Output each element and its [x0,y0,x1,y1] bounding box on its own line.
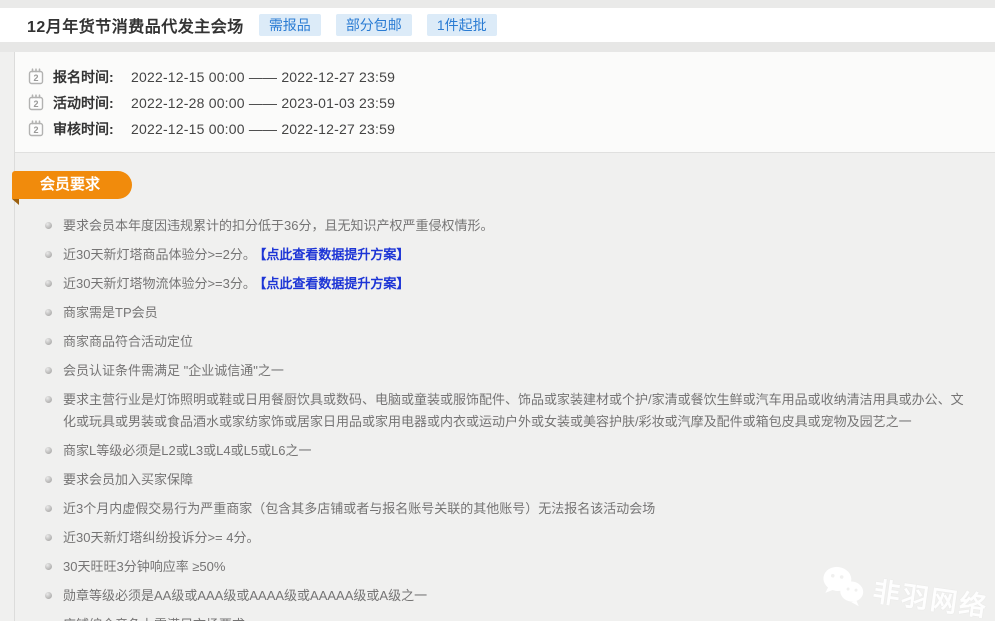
signup-time-label: 报名时间: [53,67,121,87]
requirement-text: 要求会员本年度因违规累计的扣分低于36分，且无知识产权严重侵权情形。 [63,218,493,233]
requirement-item: 勋章等级必须是AA级或AAA级或AAAA级或AAAAA级或A级之一 [45,585,975,607]
top-strip [0,0,995,8]
review-time-label: 审核时间: [53,119,121,139]
svg-text:2: 2 [33,125,38,135]
bullet-icon [45,280,52,287]
requirement-item: 要求会员本年度因违规累计的扣分低于36分，且无知识产权严重侵权情形。 [45,215,975,237]
review-time-row: 2 审核时间: 2022-12-15 00:00 —— 2022-12-27 2… [28,116,995,141]
bullet-icon [45,222,52,229]
signup-time-row: 2 报名时间: 2022-12-15 00:00 —— 2022-12-27 2… [28,64,995,89]
requirement-text: 店铺综合竞争力需满足市场要求 [63,617,245,621]
requirement-text: 近30天新灯塔商品体验分>=2分。 [63,247,256,262]
bullet-icon [45,338,52,345]
member-requirements-ribbon: 会员要求 [12,171,132,199]
bullet-icon [45,309,52,316]
calendar-icon: 2 [28,120,44,137]
requirement-item: 近30天新灯塔商品体验分>=2分。【点此查看数据提升方案】 [45,244,975,266]
bullet-icon [45,476,52,483]
badge-partial-free-shipping: 部分包邮 [336,14,412,36]
activity-time-label: 活动时间: [53,93,121,113]
signup-time-value: 2022-12-15 00:00 —— 2022-12-27 23:59 [131,69,395,85]
bullet-icon [45,563,52,570]
bullet-icon [45,367,52,374]
requirement-text: 要求会员加入买家保障 [63,472,193,487]
requirement-text: 勋章等级必须是AA级或AAA级或AAAA级或AAAAA级或A级之一 [63,588,427,603]
calendar-icon: 2 [28,94,44,111]
bullet-icon [45,534,52,541]
main-content: 2 报名时间: 2022-12-15 00:00 —— 2022-12-27 2… [14,52,995,621]
requirement-text: 会员认证条件需满足 "企业诚信通"之一 [63,363,284,378]
requirement-text: 30天旺旺3分钟响应率 ≥50% [63,559,225,574]
badge-need-report-item: 需报品 [259,14,321,36]
review-time-value: 2022-12-15 00:00 —— 2022-12-27 23:59 [131,121,395,137]
bullet-icon [45,396,52,403]
requirement-text: 要求主营行业是灯饰照明或鞋或日用餐厨饮具或数码、电脑或童装或服饰配件、饰品或家装… [63,392,964,429]
requirement-text: 商家L等级必须是L2或L3或L4或L5或L6之一 [63,443,312,458]
requirement-text: 商家商品符合活动定位 [63,334,193,349]
header-bar: 12月年货节消费品代发主会场 需报品 部分包邮 1件起批 [0,8,995,42]
activity-time-value: 2022-12-28 00:00 —— 2023-01-03 23:59 [131,95,395,111]
ribbon-fold [12,199,19,205]
requirements-list: 要求会员本年度因违规累计的扣分低于36分，且无知识产权严重侵权情形。 近30天新… [15,215,995,621]
requirement-text: 近30天新灯塔物流体验分>=3分。 [63,276,256,291]
activity-time-row: 2 活动时间: 2022-12-28 00:00 —— 2023-01-03 2… [28,90,995,115]
schedule-panel: 2 报名时间: 2022-12-15 00:00 —— 2022-12-27 2… [15,52,995,153]
requirement-item: 商家需是TP会员 [45,302,975,324]
bullet-icon [45,592,52,599]
requirement-text: 商家需是TP会员 [63,305,158,320]
data-improvement-link[interactable]: 【点此查看数据提升方案】 [260,276,410,291]
ribbon-wrap: 会员要求 [12,171,995,199]
requirement-text: 近3个月内虚假交易行为严重商家（包含其多店铺或者与报名账号关联的其他账号）无法报… [63,501,655,516]
bullet-icon [45,505,52,512]
divider-band [0,42,995,52]
bullet-icon [45,251,52,258]
badge-min-batch-one: 1件起批 [427,14,497,36]
requirement-item: 30天旺旺3分钟响应率 ≥50% [45,556,975,578]
requirement-item: 近30天新灯塔物流体验分>=3分。【点此查看数据提升方案】 [45,273,975,295]
svg-text:2: 2 [33,73,38,83]
requirement-item: 店铺综合竞争力需满足市场要求 [45,614,975,621]
requirement-item: 会员认证条件需满足 "企业诚信通"之一 [45,360,975,382]
bullet-icon [45,447,52,454]
requirement-item: 商家L等级必须是L2或L3或L4或L5或L6之一 [45,440,975,462]
requirement-item: 要求主营行业是灯饰照明或鞋或日用餐厨饮具或数码、电脑或童装或服饰配件、饰品或家装… [45,389,975,433]
requirement-text: 近30天新灯塔纠纷投诉分>= 4分。 [63,530,260,545]
requirement-item: 近30天新灯塔纠纷投诉分>= 4分。 [45,527,975,549]
calendar-icon: 2 [28,68,44,85]
requirement-item: 近3个月内虚假交易行为严重商家（包含其多店铺或者与报名账号关联的其他账号）无法报… [45,498,975,520]
member-requirements-section: 会员要求 要求会员本年度因违规累计的扣分低于36分，且无知识产权严重侵权情形。 … [15,153,995,621]
requirement-item: 要求会员加入买家保障 [45,469,975,491]
requirement-item: 商家商品符合活动定位 [45,331,975,353]
svg-text:2: 2 [33,99,38,109]
page-title: 12月年货节消费品代发主会场 [27,13,244,37]
data-improvement-link[interactable]: 【点此查看数据提升方案】 [260,247,410,262]
